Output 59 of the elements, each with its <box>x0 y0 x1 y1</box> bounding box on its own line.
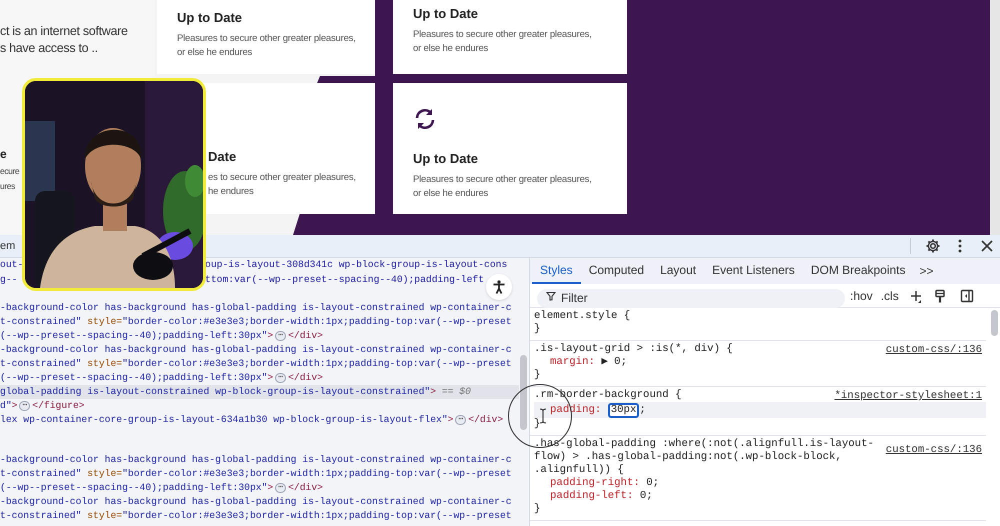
source-link[interactable]: *inspector-stylesheet:1 <box>834 390 982 403</box>
css-declaration[interactable]: margin: ▶ 0; <box>534 356 986 369</box>
code-line[interactable]: (--wp--preset--spacing--40);padding-left:30px"> ⋯ </div> <box>0 481 519 495</box>
tab[interactable]: Computed <box>580 258 652 284</box>
expand-button[interactable]: ⋯ <box>275 373 286 383</box>
expand-button[interactable]: ⋯ <box>19 401 30 411</box>
code-text: out- <box>0 258 24 272</box>
css-declaration[interactable]: padding-right: 0; <box>534 477 986 490</box>
card-text: ecure <box>0 165 20 178</box>
css-brace: } <box>534 418 540 431</box>
source-link[interactable]: custom-css/:136 <box>886 444 982 457</box>
code-line[interactable]: t-constrained" style="border-color:#e3e3e3;border-width:1px;padding-top:var(--wp--preset <box>0 509 519 523</box>
code-line[interactable]: d"> ⋯ </figure> <box>0 399 519 413</box>
code-line[interactable]: (--wp--preset--spacing--40);padding-left:30px"> ⋯ </div> <box>0 371 519 385</box>
code-line[interactable]: lex wp-container-core-group-is-layout-634a1b30 wp-block-group-is-layout-flex"> ⋯ </div> <box>0 413 519 427</box>
tab[interactable]: DOM Breakpoints <box>802 258 914 284</box>
more-tabs-button[interactable]: >> <box>914 258 940 284</box>
card-title: Up to Date <box>413 151 479 167</box>
code-line[interactable]: -background-color has-background has-global-padding is-layout-constrained wp-container-c <box>0 495 519 509</box>
toggle-button[interactable]: .cls <box>880 286 899 304</box>
css-selector: .alignfull)) { <box>534 464 624 477</box>
card-text: Pleasures to secure other greater pleasures, or else he endures <box>413 173 593 201</box>
source-link[interactable]: custom-css/:136 <box>886 344 982 357</box>
filter-field[interactable]: Filter <box>537 288 845 308</box>
body-text: s have access to .. <box>0 40 99 57</box>
tab[interactable]: Styles <box>532 258 581 284</box>
expand-button[interactable]: ⋯ <box>275 331 286 341</box>
code-line[interactable]: t-constrained" style="border-color:#e3e3e3;border-width:1px;padding-top:var(--wp--preset <box>0 357 519 371</box>
code-line[interactable]: t-constrained" style="border-color:#e3e3e3;border-width:1px;padding-top:var(--wp--preset <box>0 467 519 481</box>
code-line[interactable]: -background-color has-background has-global-padding is-layout-constrained wp-container-c <box>0 343 519 357</box>
css-brace: } <box>534 323 540 336</box>
code-text: oup-is-layout-308d341c wp-block-group-is-layout-cons <box>205 258 508 272</box>
card-text: Pleasures to secure other greater pleasures, or else he endures <box>413 28 593 56</box>
css-brace: } <box>534 503 540 516</box>
tab[interactable]: Layout <box>652 258 704 284</box>
css-brace: } <box>534 369 540 382</box>
panel-tab[interactable]: em <box>0 238 16 254</box>
expand-button[interactable]: ⋯ <box>455 415 466 425</box>
expand-button[interactable]: ⋯ <box>275 483 286 493</box>
card-title: Up to Date <box>177 10 243 26</box>
code-line[interactable]: (--wp--preset--spacing--40);padding-left:30px"> ⋯ </div> <box>0 329 519 343</box>
css-declaration[interactable]: padding-left: 0; <box>534 490 986 503</box>
card-title: Date <box>208 149 238 165</box>
card-title: e <box>0 147 8 162</box>
card-text: Pleasures to secure other greater pleasures, or else he endures <box>177 32 357 60</box>
code-line[interactable]: -background-color has-background has-global-padding is-layout-constrained wp-container-c <box>0 453 519 467</box>
code-line[interactable]: t-constrained" style="border-color:#e3e3e3;border-width:1px;padding-top:var(--wp--preset <box>0 315 519 329</box>
css-selector: flow) > .has-global-padding:not(.wp-block-block, <box>534 451 842 464</box>
card-text: ures <box>0 180 15 193</box>
css-selector: element.style { <box>534 310 630 323</box>
code-line[interactable]: -background-color has-background has-global-padding is-layout-constrained wp-container-c <box>0 301 519 315</box>
body-text: ct is an internet software <box>0 23 129 40</box>
toggle-button[interactable]: :hov <box>850 286 873 304</box>
code-text: ttom:var(--wp--preset--spacing--40);padding-left <box>205 273 484 287</box>
card-title: Up to Date <box>413 6 479 22</box>
css-selector: .is-layout-grid > :is(*, div) { <box>534 343 733 356</box>
card-text: es to secure other greater pleasures, he endures <box>208 171 357 199</box>
tab[interactable]: Event Listeners <box>704 258 803 284</box>
code-text: g-- <box>0 273 18 287</box>
